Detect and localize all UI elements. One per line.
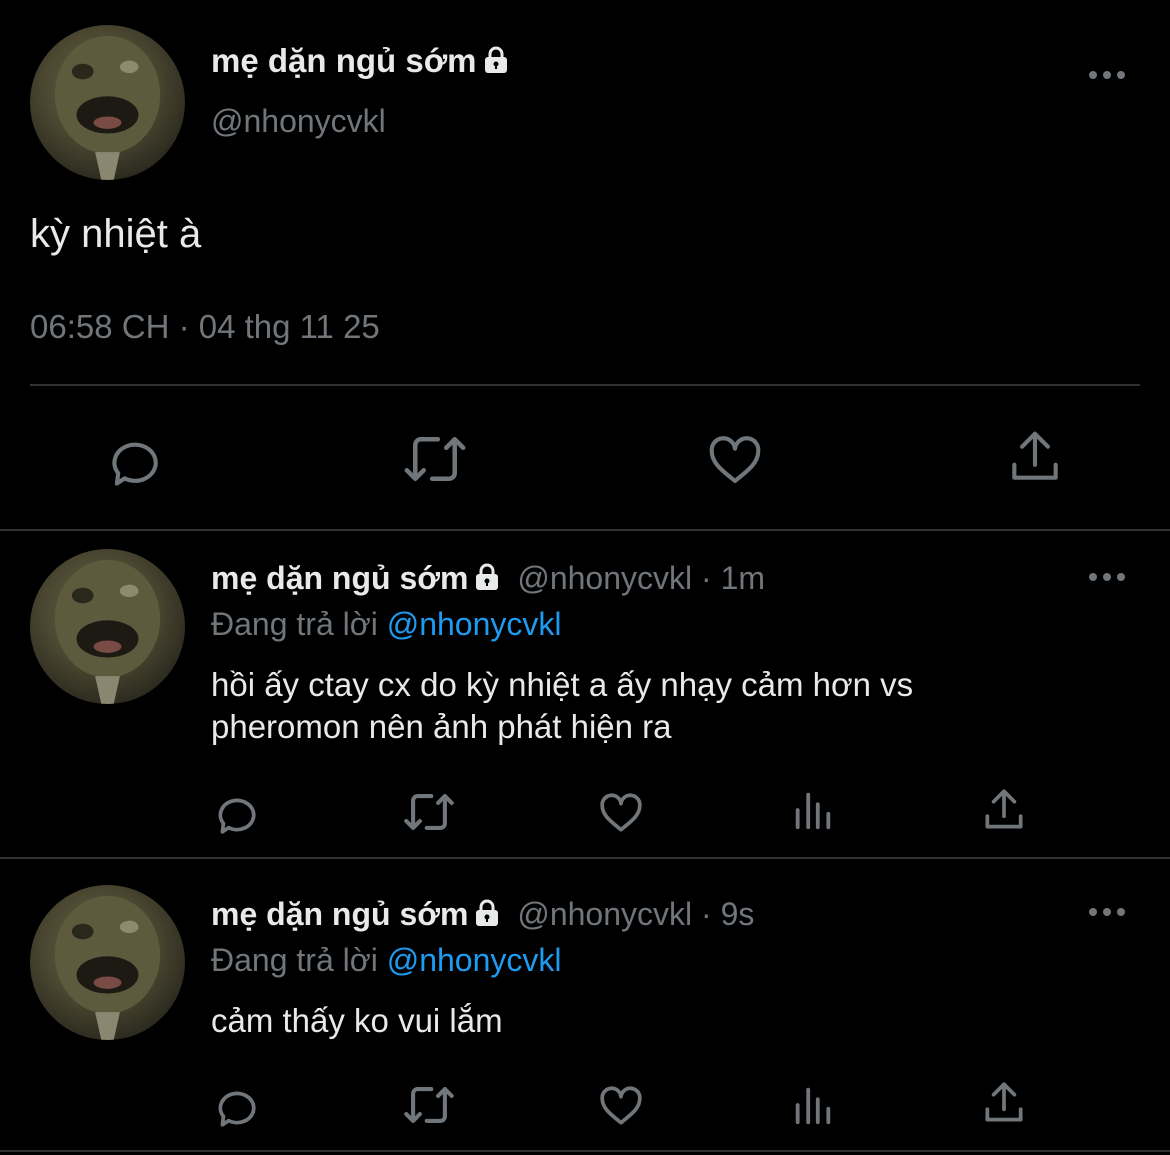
retweet-icon[interactable] [400, 787, 458, 837]
replying-to: Đang trả lời @nhonycvkl [211, 940, 562, 980]
share-icon[interactable] [979, 1078, 1029, 1128]
divider [0, 529, 1170, 531]
display-name[interactable]: mẹ dặn ngủ sớm [211, 896, 468, 932]
divider [0, 1150, 1170, 1152]
replying-prefix: Đang trả lời [211, 942, 378, 978]
retweet-icon[interactable] [400, 1080, 458, 1130]
more-icon[interactable] [1088, 903, 1128, 921]
more-icon[interactable] [1088, 66, 1128, 84]
lock-icon [474, 897, 500, 937]
reply-header: mẹ dặn ngủ sớm @nhonycvkl · 1m [211, 558, 765, 601]
lock-icon [474, 561, 500, 601]
tweet-text: kỳ nhiệt à [30, 212, 202, 256]
reply-time[interactable]: · 1m [701, 560, 765, 596]
share-icon[interactable] [1004, 426, 1066, 488]
reply-icon[interactable] [104, 428, 166, 490]
more-icon[interactable] [1088, 568, 1128, 586]
reply-icon[interactable] [212, 787, 262, 837]
share-icon[interactable] [979, 785, 1029, 835]
views-icon[interactable] [790, 787, 836, 833]
reply-header: mẹ dặn ngủ sớm @nhonycvkl · 9s [211, 894, 754, 937]
avatar[interactable] [30, 25, 185, 180]
timestamp[interactable]: 06:58 CH · 04 thg 11 25 [30, 307, 380, 347]
like-icon[interactable] [704, 428, 766, 490]
display-name[interactable]: mẹ dặn ngủ sớm [211, 560, 468, 596]
handle[interactable]: @nhonycvkl [211, 101, 386, 141]
views-icon[interactable] [790, 1082, 836, 1128]
handle[interactable]: @nhonycvkl [517, 896, 692, 932]
display-name[interactable]: mẹ dặn ngủ sớm [211, 41, 509, 84]
lock-icon [483, 44, 509, 84]
reply-time[interactable]: · 9s [701, 896, 754, 932]
avatar[interactable] [30, 885, 185, 1040]
reply-text-line-2: pheromon nên ảnh phát hiện ra [211, 708, 672, 745]
avatar[interactable] [30, 549, 185, 704]
replying-to-link[interactable]: @nhonycvkl [387, 606, 562, 642]
reply-text-line-1: hồi ấy ctay cx do kỳ nhiệt a ấy nhạy cảm… [211, 666, 914, 703]
replying-to-link[interactable]: @nhonycvkl [387, 942, 562, 978]
replying-to: Đang trả lời @nhonycvkl [211, 604, 562, 644]
divider [30, 384, 1140, 386]
handle[interactable]: @nhonycvkl [517, 560, 692, 596]
like-icon[interactable] [596, 787, 646, 837]
replying-prefix: Đang trả lời [211, 606, 378, 642]
divider [0, 857, 1170, 859]
reply-text-line-1: cảm thấy ko vui lắm [211, 1002, 503, 1039]
reply-icon[interactable] [212, 1080, 262, 1130]
retweet-icon[interactable] [400, 428, 470, 490]
like-icon[interactable] [596, 1080, 646, 1130]
